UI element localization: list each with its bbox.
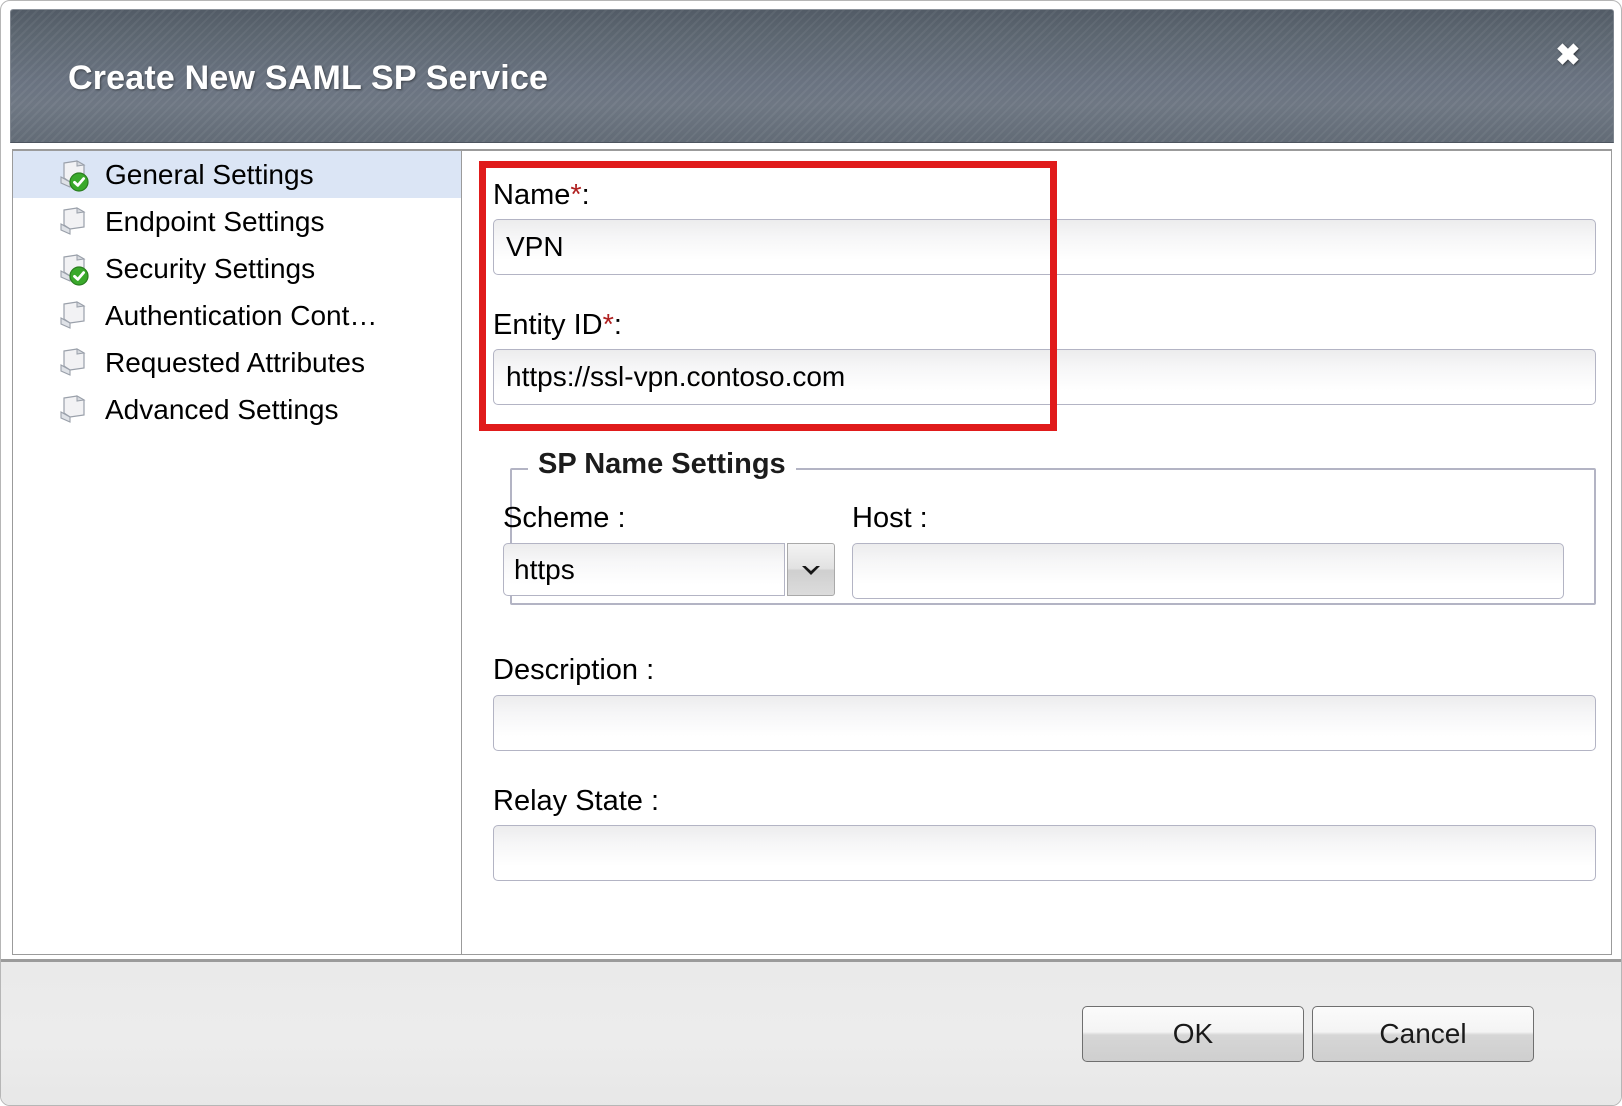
page-icon <box>55 346 91 380</box>
scheme-select-value[interactable]: https <box>503 543 785 596</box>
create-saml-sp-service-dialog: Create New SAML SP Service ✖ General Set… <box>0 0 1622 1106</box>
sp-name-settings-group: SP Name Settings Scheme : https Host : <box>510 468 1596 605</box>
general-settings-panel: Name*: Entity ID*: SP Name Settings Sche… <box>462 149 1612 955</box>
description-label: Description : <box>493 654 654 687</box>
sidebar-item-requested-attributes[interactable]: Requested Attributes <box>13 339 461 386</box>
ok-button[interactable]: OK <box>1082 1006 1304 1062</box>
description-input[interactable] <box>493 695 1596 751</box>
relay-state-label: Relay State : <box>493 785 659 818</box>
page-check-icon <box>55 252 91 286</box>
page-icon <box>55 393 91 427</box>
required-marker: * <box>603 309 614 341</box>
dialog-titlebar: Create New SAML SP Service ✖ <box>10 9 1614 143</box>
sidebar-item-advanced-settings[interactable]: Advanced Settings <box>13 386 461 433</box>
sidebar-item-label: Authentication Cont… <box>105 300 377 332</box>
entity-id-label: Entity ID*: <box>493 309 622 342</box>
entity-id-input[interactable] <box>493 349 1596 405</box>
host-input[interactable] <box>852 543 1564 599</box>
sidebar-item-general-settings[interactable]: General Settings <box>13 151 461 198</box>
required-marker: * <box>570 179 581 211</box>
close-icon[interactable]: ✖ <box>1547 35 1589 77</box>
sidebar-item-label: General Settings <box>105 159 314 191</box>
page-check-icon <box>55 158 91 192</box>
relay-state-input[interactable] <box>493 825 1596 881</box>
chevron-down-icon[interactable] <box>787 543 835 596</box>
host-label: Host : <box>852 502 928 535</box>
name-input[interactable] <box>493 219 1596 275</box>
sidebar-item-label: Requested Attributes <box>105 347 365 379</box>
dialog-title: Create New SAML SP Service <box>68 59 548 98</box>
sidebar-item-label: Security Settings <box>105 253 315 285</box>
cancel-button[interactable]: Cancel <box>1312 1006 1534 1062</box>
sp-name-settings-legend: SP Name Settings <box>528 448 796 481</box>
scheme-label: Scheme : <box>503 502 626 535</box>
scheme-select[interactable]: https <box>503 543 835 596</box>
sidebar-item-endpoint-settings[interactable]: Endpoint Settings <box>13 198 461 245</box>
dialog-body: General Settings Endpoint Settings <box>1 143 1622 959</box>
sidebar-item-security-settings[interactable]: Security Settings <box>13 245 461 292</box>
sidebar-item-label: Endpoint Settings <box>105 206 325 238</box>
dialog-footer: OK Cancel <box>1 959 1622 1106</box>
page-icon <box>55 205 91 239</box>
sidebar-item-label: Advanced Settings <box>105 394 339 426</box>
name-label: Name*: <box>493 179 590 212</box>
page-icon <box>55 299 91 333</box>
settings-nav-sidebar: General Settings Endpoint Settings <box>12 149 462 955</box>
sidebar-item-authentication-context[interactable]: Authentication Cont… <box>13 292 461 339</box>
